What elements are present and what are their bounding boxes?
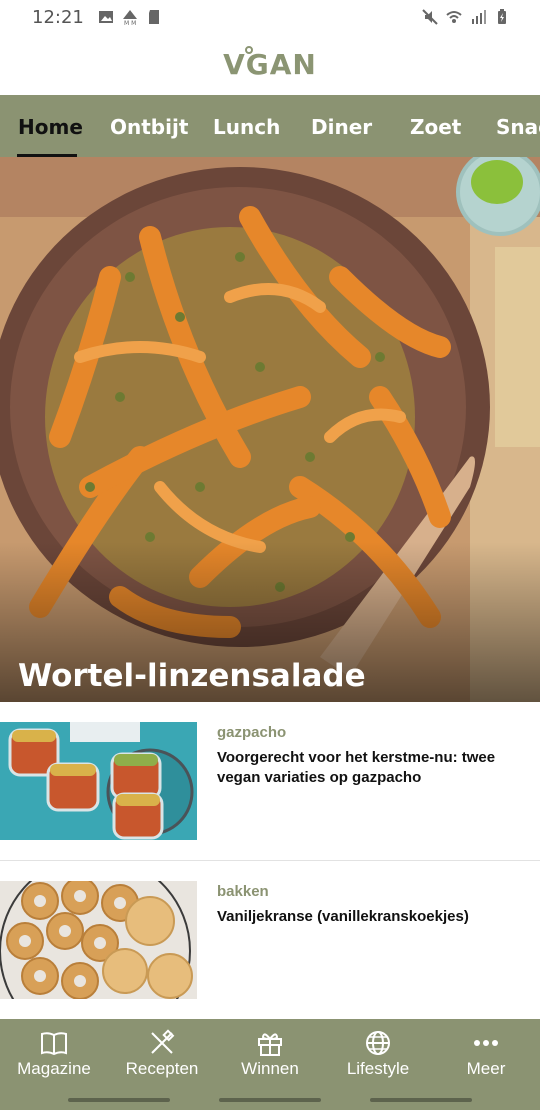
gesture-bar [219, 1098, 321, 1102]
featured-article[interactable]: Wortel-linzensalade [0, 157, 540, 702]
nav-recepten[interactable]: Recepten [108, 1019, 216, 1099]
article-category: gazpacho [217, 724, 287, 741]
svg-text:M M: M M [124, 20, 136, 25]
mute-icon [422, 9, 438, 25]
tab-ontbijt[interactable]: Ontbijt [110, 115, 188, 139]
book-icon [41, 1032, 67, 1056]
nav-meer[interactable]: Meer [432, 1019, 540, 1099]
gesture-bar [370, 1098, 472, 1102]
globe-icon [366, 1031, 390, 1055]
nav-lifestyle[interactable]: Lifestyle [324, 1019, 432, 1099]
bottom-navigation: Magazine Recepten Winnen Lifestyle Meer [0, 1019, 540, 1110]
list-item[interactable]: gazpacho Voorgerecht voor het kerstme-nu… [0, 702, 540, 860]
gift-icon [258, 1033, 282, 1056]
utensils-icon [151, 1029, 175, 1054]
tab-snacks[interactable]: Snac [496, 115, 540, 139]
featured-article-title: Wortel-linzensalade [18, 658, 366, 694]
status-bar: 12:21 M M [0, 0, 540, 34]
tab-zoet[interactable]: Zoet [410, 115, 461, 139]
tab-diner[interactable]: Diner [311, 115, 372, 139]
nav-winnen[interactable]: Winnen [216, 1019, 324, 1099]
category-tabs: Home Ontbijt Lunch Diner Zoet Snac [0, 95, 540, 157]
image-icon [98, 11, 113, 23]
battery-icon [498, 9, 506, 24]
article-thumbnail [0, 722, 197, 840]
tab-lunch[interactable]: Lunch [213, 115, 280, 139]
signal-icon [472, 10, 486, 24]
mm-icon: M M [122, 10, 137, 25]
article-category: bakken [217, 883, 269, 900]
article-title: Voorgerecht voor het kerstme-nu: twee ve… [217, 749, 496, 786]
article-title: Vaniljekranse (vanillekranskoekjes) [217, 908, 469, 925]
tab-home[interactable]: Home [18, 115, 83, 139]
status-time: 12:21 [32, 6, 84, 28]
wifi-icon [446, 11, 462, 23]
app-header: VGAN [0, 34, 540, 95]
article-thumbnail [0, 881, 197, 999]
list-item[interactable]: bakken Vaniljekranse (vanillekranskoekje… [0, 861, 540, 1019]
nav-magazine[interactable]: Magazine [0, 1019, 108, 1099]
vegan-logo: VGAN [223, 46, 317, 81]
gesture-bar [68, 1098, 170, 1102]
more-icon [474, 1040, 498, 1046]
sd-card-icon [148, 10, 159, 24]
